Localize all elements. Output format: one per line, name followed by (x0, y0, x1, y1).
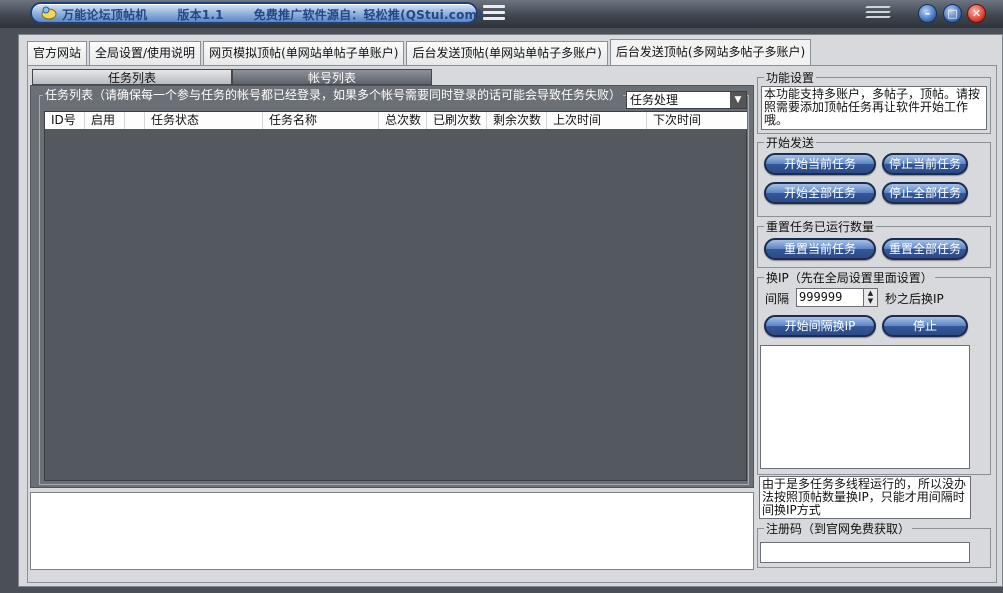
log-output[interactable] (30, 492, 754, 570)
task-action-value: 任务处理 (630, 93, 679, 107)
close-icon[interactable]: ✕ (967, 4, 986, 23)
ip-log-box[interactable] (760, 345, 970, 469)
col-done[interactable]: 已刷次数 (427, 112, 487, 129)
reg-title: 注册码（到官网免费获取） (764, 520, 913, 537)
reg-code-input[interactable] (760, 542, 970, 563)
title-pill: 万能论坛顶帖机 版本1.1 免费推广软件源自：轻松推(QStui.com) (30, 2, 483, 24)
main-frame: 官方网站 全局设置/使用说明 网页模拟顶帖(单网站单帖子单账户) 后台发送顶帖(… (18, 34, 1003, 587)
col-last-time[interactable]: 上次时间 (547, 112, 647, 129)
skin-icon[interactable] (865, 6, 891, 22)
app-version: 版本1.1 (177, 8, 224, 22)
tab-panel: 任务列表 帐号列表 任务列表（请确保每一个参与任务的帐号都已经登录，如果多个帐号… (27, 65, 997, 583)
app-logo-icon (41, 6, 57, 20)
spin-down-icon[interactable]: ▼ (864, 297, 877, 305)
col-next-time[interactable]: 下次时间 (647, 112, 747, 129)
col-id[interactable]: ID号 (45, 112, 85, 129)
stop-all-button[interactable]: 停止全部任务 (882, 182, 968, 204)
interval-suffix-label: 秒之后换IP (885, 292, 944, 306)
reg-group: 注册码（到官网免费获取） (757, 520, 991, 568)
maximize-icon[interactable]: □ (943, 4, 962, 23)
task-list-group-title: 任务列表（请确保每一个参与任务的帐号都已经登录，如果多个帐号需要同时登录的话可能… (43, 86, 624, 103)
stop-ip-button[interactable]: 停止 (882, 315, 968, 337)
interval-stepper[interactable]: ▲ ▼ (863, 288, 878, 307)
tab-account-list[interactable]: 帐号列表 (232, 69, 432, 85)
task-list-panel: 任务列表（请确保每一个参与任务的帐号都已经登录，如果多个帐号需要同时登录的话可能… (30, 85, 754, 488)
menu-icon[interactable] (483, 5, 505, 21)
task-table-header: ID号 启用 任务状态 任务名称 总次数 已刷次数 剩余次数 上次时间 下次时间 (45, 112, 747, 129)
ip-title: 换IP（先在全局设置里面设置） (764, 269, 935, 286)
task-list-group: 任务列表（请确保每一个参与任务的帐号都已经登录，如果多个帐号需要同时登录的话可能… (39, 86, 749, 485)
col-blank[interactable] (125, 112, 145, 129)
reset-group: 重置任务已运行数量 重置当前任务 重置全部任务 (757, 218, 991, 268)
ip-note: 由于是多任务多线程运行的，所以没办法按照顶帖数量换IP，只能才用间隔时间换IP方… (759, 476, 971, 519)
reset-title: 重置任务已运行数量 (764, 218, 877, 235)
stop-current-button[interactable]: 停止当前任务 (882, 153, 968, 175)
tab-web-simulate[interactable]: 网页模拟顶帖(单网站单帖子单账户) (203, 41, 405, 65)
start-title: 开始发送 (764, 134, 817, 151)
col-status[interactable]: 任务状态 (145, 112, 263, 129)
task-table[interactable]: ID号 启用 任务状态 任务名称 总次数 已刷次数 剩余次数 上次时间 下次时间 (44, 111, 747, 481)
chevron-down-icon[interactable]: ▼ (730, 92, 746, 108)
col-enabled[interactable]: 启用 (85, 112, 125, 129)
features-title: 功能设置 (764, 69, 817, 86)
task-action-select[interactable]: 任务处理 ▼ (626, 91, 747, 109)
spin-up-icon[interactable]: ▲ (864, 289, 877, 297)
app-title: 万能论坛顶帖机 (62, 8, 148, 22)
interval-label: 间隔 (765, 292, 790, 306)
reset-current-button[interactable]: 重置当前任务 (764, 238, 876, 260)
features-group: 功能设置 本功能支持多账户，多帖子，顶帖。请按照需要添加顶帖任务再让软件开始工作… (757, 69, 991, 134)
minimize-icon[interactable]: – (918, 4, 937, 23)
tab-global-settings[interactable]: 全局设置/使用说明 (89, 41, 202, 65)
app-promo: 免费推广软件源自：轻松推(QStui.com) (253, 8, 483, 22)
tab-task-list[interactable]: 任务列表 (32, 69, 232, 85)
interval-input[interactable]: 999999 (796, 288, 864, 307)
tab-background-single[interactable]: 后台发送顶帖(单网站单帖子多账户) (406, 41, 608, 65)
reset-all-button[interactable]: 重置全部任务 (882, 238, 968, 260)
window-title: 万能论坛顶帖机 版本1.1 免费推广软件源自：轻松推(QStui.com) (62, 6, 513, 23)
right-panel: 功能设置 本功能支持多账户，多帖子，顶帖。请按照需要添加顶帖任务再让软件开始工作… (757, 66, 995, 581)
col-name[interactable]: 任务名称 (263, 112, 379, 129)
start-group: 开始发送 开始当前任务 停止当前任务 开始全部任务 停止全部任务 (757, 134, 991, 217)
col-total[interactable]: 总次数 (379, 112, 427, 129)
ip-group: 换IP（先在全局设置里面设置） 间隔 999999 ▲ ▼ 秒之后换IP 开始间隔… (757, 269, 991, 475)
col-remaining[interactable]: 剩余次数 (487, 112, 547, 129)
tab-official-site[interactable]: 官方网站 (27, 41, 88, 65)
inner-tabs: 任务列表 帐号列表 (32, 69, 432, 85)
start-interval-ip-button[interactable]: 开始间隔换IP (764, 315, 876, 337)
tab-background-multi[interactable]: 后台发送顶帖(多网站多帖子多账户) (609, 39, 812, 65)
start-current-button[interactable]: 开始当前任务 (764, 153, 876, 175)
features-description: 本功能支持多账户，多帖子，顶帖。请按照需要添加顶帖任务再让软件开始工作哦。 (761, 86, 987, 130)
title-bar[interactable]: 万能论坛顶帖机 版本1.1 免费推广软件源自：轻松推(QStui.com) – □ … (0, 0, 1003, 28)
start-all-button[interactable]: 开始全部任务 (764, 182, 876, 204)
main-tabs: 官方网站 全局设置/使用说明 网页模拟顶帖(单网站单帖子单账户) 后台发送顶帖(… (27, 39, 813, 65)
